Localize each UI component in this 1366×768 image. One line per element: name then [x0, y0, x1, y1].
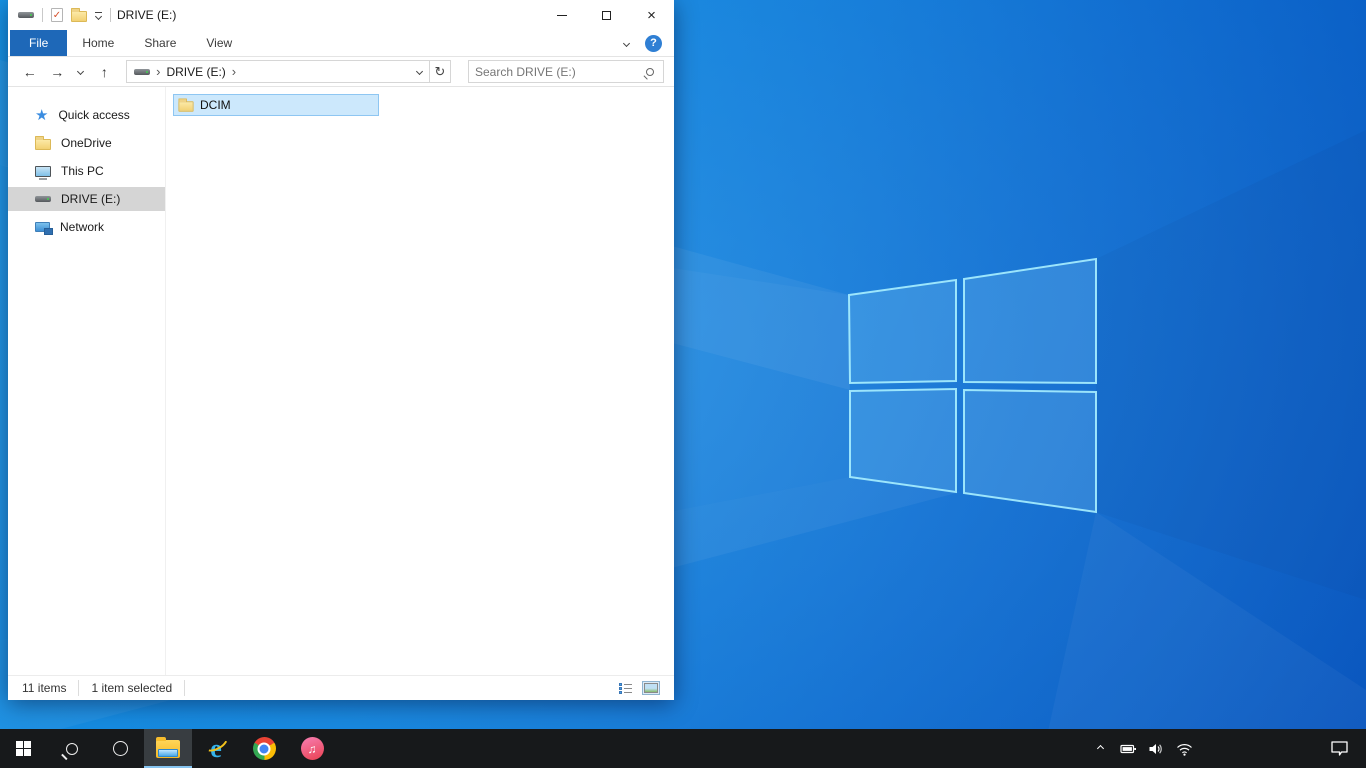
action-center-icon — [1330, 741, 1348, 756]
file-explorer-icon — [156, 736, 180, 758]
thumbnails-view-button[interactable] — [642, 681, 660, 695]
this-pc-monitor-icon — [35, 165, 51, 180]
tab-view[interactable]: View — [191, 30, 247, 56]
volume-button[interactable] — [1142, 729, 1170, 768]
selection-count: 1 item selected — [91, 681, 173, 695]
quick-access-star-icon: ★ — [35, 106, 49, 124]
start-button[interactable] — [0, 729, 48, 768]
properties-icon[interactable]: ✓ — [51, 8, 63, 22]
details-view-button[interactable] — [619, 682, 634, 695]
refresh-button[interactable]: ↻ — [429, 61, 450, 82]
chevron-up-icon — [1096, 744, 1104, 753]
up-button[interactable]: ↑ — [93, 60, 116, 84]
status-bar: 11 items 1 item selected — [8, 675, 674, 700]
sidebar-item-onedrive[interactable]: OneDrive — [8, 131, 165, 155]
drive-icon — [18, 12, 34, 18]
quick-access-toolbar: ✓ — [8, 8, 111, 22]
file-list-view[interactable]: DCIM — [166, 87, 674, 675]
wifi-icon — [1176, 743, 1192, 756]
navigation-bar: ← → ↑ › DRIVE (E:) › ↻ — [8, 57, 674, 87]
window-controls: × — [539, 0, 674, 30]
window-title: DRIVE (E:) — [117, 8, 177, 22]
search-icon[interactable] — [646, 67, 654, 76]
chrome-icon — [252, 737, 276, 760]
maximize-button[interactable] — [584, 0, 629, 30]
expand-ribbon-chevron-icon[interactable] — [622, 39, 631, 47]
new-folder-icon[interactable] — [71, 8, 87, 22]
battery-status-button[interactable] — [1114, 729, 1142, 768]
internet-explorer-icon: e — [199, 728, 232, 762]
ribbon-tab-bar: File Home Share View ? — [8, 30, 674, 57]
taskbar-chrome-button[interactable] — [240, 729, 288, 768]
title-bar: ✓ DRIVE (E:) × — [8, 0, 674, 30]
drive-icon — [134, 68, 151, 75]
breadcrumb: › DRIVE (E:) › — [127, 64, 409, 79]
network-computer-icon — [35, 222, 53, 235]
wifi-button[interactable] — [1170, 729, 1198, 768]
breadcrumb-chevron-icon[interactable]: › — [156, 64, 160, 79]
sidebar-item-drive-e[interactable]: DRIVE (E:) — [8, 187, 165, 211]
taskbar-internet-explorer-button[interactable]: e — [192, 728, 240, 768]
sidebar-item-quick-access[interactable]: ★ Quick access — [8, 103, 165, 127]
tab-share[interactable]: Share — [129, 30, 191, 56]
file-item-dcim[interactable]: DCIM — [173, 94, 379, 116]
breadcrumb-location[interactable]: DRIVE (E:) — [166, 65, 225, 79]
help-button[interactable]: ? — [645, 34, 662, 52]
taskbar-file-explorer-button[interactable] — [144, 729, 192, 768]
itunes-icon: ♫ — [300, 737, 324, 760]
hidden-icons-button[interactable] — [1086, 729, 1114, 768]
search-input[interactable] — [475, 64, 646, 79]
battery-icon — [1119, 744, 1136, 753]
separator — [42, 8, 43, 22]
onedrive-folder-icon — [35, 136, 51, 150]
action-center-button[interactable] — [1316, 729, 1362, 768]
separator — [110, 8, 111, 22]
customize-quick-access-toolbar-button[interactable] — [94, 11, 103, 20]
sidebar-item-network[interactable]: Network — [8, 215, 165, 239]
recent-locations-chevron[interactable] — [73, 60, 89, 84]
tab-home[interactable]: Home — [67, 30, 129, 56]
drive-icon — [35, 196, 51, 202]
desktop: ✓ DRIVE (E:) × File Home Share View ? ← … — [0, 0, 1366, 768]
separator — [78, 680, 80, 696]
forward-button[interactable]: → — [45, 60, 68, 84]
search-box — [468, 60, 664, 83]
search-icon — [66, 742, 78, 755]
address-dropdown-chevron[interactable] — [409, 61, 429, 82]
file-explorer-window: ✓ DRIVE (E:) × File Home Share View ? ← … — [8, 0, 674, 700]
navigation-pane: ★ Quick access OneDrive This PC DRIVE (E… — [8, 87, 166, 675]
separator — [184, 680, 186, 696]
windows-logo-icon — [16, 740, 32, 757]
folder-icon — [178, 98, 194, 112]
taskbar-search-button[interactable] — [48, 729, 96, 768]
address-bar[interactable]: › DRIVE (E:) › ↻ — [126, 60, 451, 83]
system-tray — [1086, 729, 1366, 768]
cortana-button[interactable] — [96, 729, 144, 768]
back-button[interactable]: ← — [18, 60, 41, 84]
taskbar: e ♫ — [0, 728, 1366, 768]
items-count: 11 items — [22, 681, 67, 695]
taskbar-itunes-button[interactable]: ♫ — [288, 729, 336, 768]
breadcrumb-chevron-icon[interactable]: › — [232, 64, 236, 79]
close-button[interactable]: × — [629, 0, 674, 30]
minimize-button[interactable] — [539, 0, 584, 30]
sidebar-item-this-pc[interactable]: This PC — [8, 159, 165, 183]
cortana-circle-icon — [112, 741, 128, 756]
tab-file[interactable]: File — [10, 30, 68, 56]
speaker-icon — [1149, 743, 1162, 754]
